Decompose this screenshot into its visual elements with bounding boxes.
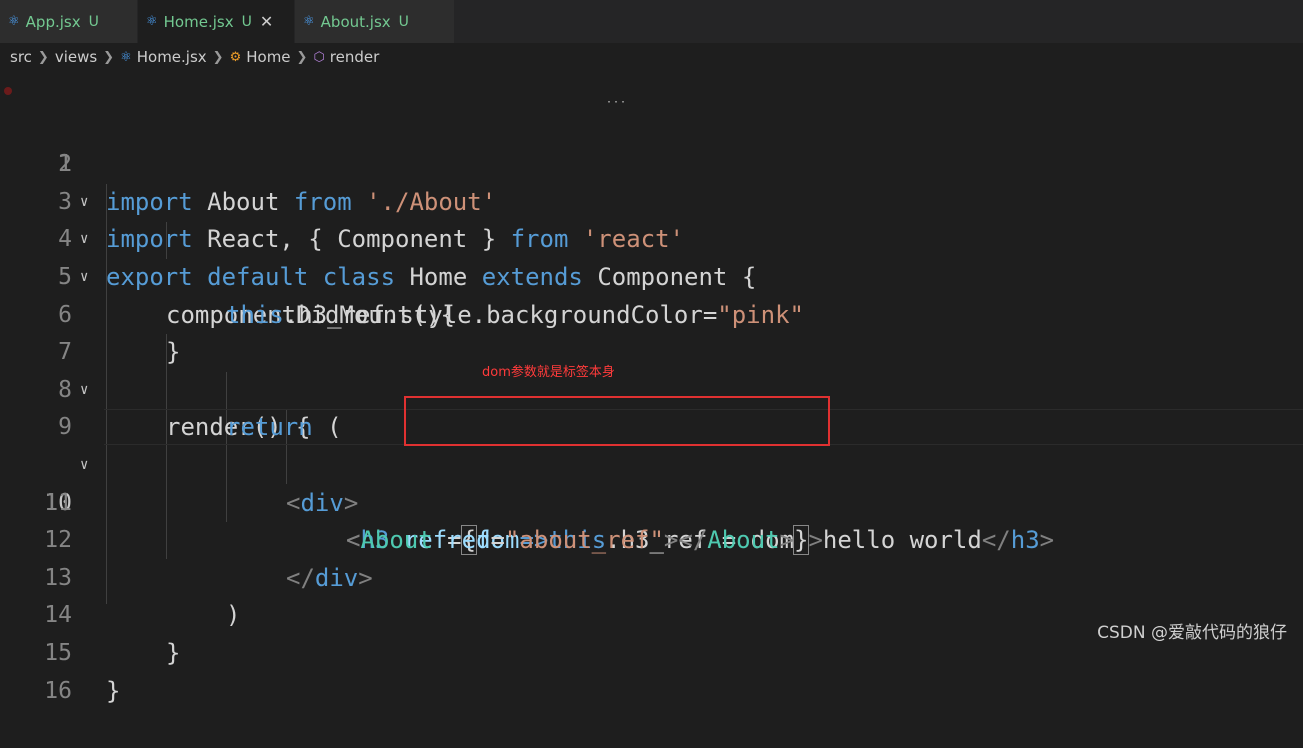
code-line: 14 } <box>0 560 1303 667</box>
tab-label: App.jsx <box>25 12 81 31</box>
react-icon: ⚛ <box>303 14 315 29</box>
watermark: CSDN @爱敲代码的狼仔 <box>1097 623 1287 643</box>
code-line: 3 ∨ export default class Home extends Co… <box>0 146 1303 291</box>
code-line: 13 ) <box>0 522 1303 630</box>
breadcrumb-item-views[interactable]: views <box>55 48 97 66</box>
chevron-right-icon: ❯ <box>212 49 224 65</box>
tab-label: Home.jsx <box>163 12 234 31</box>
chevron-right-icon: ❯ <box>37 49 49 65</box>
code-line: 12 </div> <box>0 485 1303 592</box>
annotation-text: dom参数就是标签本身 <box>482 365 615 380</box>
react-icon: ⚛ <box>8 14 20 29</box>
annotation-highlight-box <box>404 396 830 446</box>
tab-home-jsx[interactable]: ⚛ Home.jsx U ✕ <box>138 0 295 43</box>
code-line: 6 } <box>0 259 1303 367</box>
breakpoint-icon[interactable] <box>4 87 12 95</box>
modified-status-badge: U <box>241 13 252 30</box>
editor-tab-bar: ⚛ App.jsx U ⚛ Home.jsx U ✕ ⚛ About.jsx U <box>0 0 1303 43</box>
code-line: 1 ∨ import React, { Component } from 're… <box>0 71 1303 253</box>
breadcrumb-item-method[interactable]: render <box>330 48 380 66</box>
breadcrumb: src ❯ views ❯ ⚛ Home.jsx ❯ ⚙ Home ❯ ⬡ re… <box>0 43 1303 71</box>
modified-status-badge: U <box>398 13 409 30</box>
line-number: 16 <box>44 677 72 704</box>
tab-app-jsx[interactable]: ⚛ App.jsx U <box>0 0 138 43</box>
chevron-right-icon: ❯ <box>103 49 115 65</box>
code-editor[interactable]: 1 ∨ import React, { Component } from 're… <box>0 71 1303 705</box>
brace: } <box>106 676 121 705</box>
chevron-right-icon: ❯ <box>296 49 308 65</box>
code-line: 8 return ( <box>0 334 1303 442</box>
ellipsis-hint-icon: ··· <box>606 97 628 108</box>
code-line: 11 <About ref="about_ref"></About> <box>0 447 1303 555</box>
tab-label: About.jsx <box>320 12 391 31</box>
code-line: 2 import About from './About' <box>0 109 1303 216</box>
method-icon: ⬡ <box>313 49 325 65</box>
breadcrumb-item-src[interactable]: src <box>10 48 32 66</box>
code-line: 5 this.h3_ref.style.backgroundColor="pin… <box>0 221 1303 329</box>
breadcrumb-item-file[interactable]: Home.jsx <box>137 48 207 66</box>
modified-status-badge: U <box>88 13 99 30</box>
code-line: 7 ∨ render() { <box>0 297 1303 441</box>
code-line: 4 ∨ componentDidMount(){ <box>0 184 1303 328</box>
react-icon: ⚛ <box>146 14 158 29</box>
breadcrumb-item-class[interactable]: Home <box>246 48 290 66</box>
tab-about-jsx[interactable]: ⚛ About.jsx U <box>295 0 455 43</box>
react-icon: ⚛ <box>120 49 132 65</box>
class-icon: ⚙ <box>229 49 242 65</box>
close-icon[interactable]: ✕ <box>260 12 273 31</box>
